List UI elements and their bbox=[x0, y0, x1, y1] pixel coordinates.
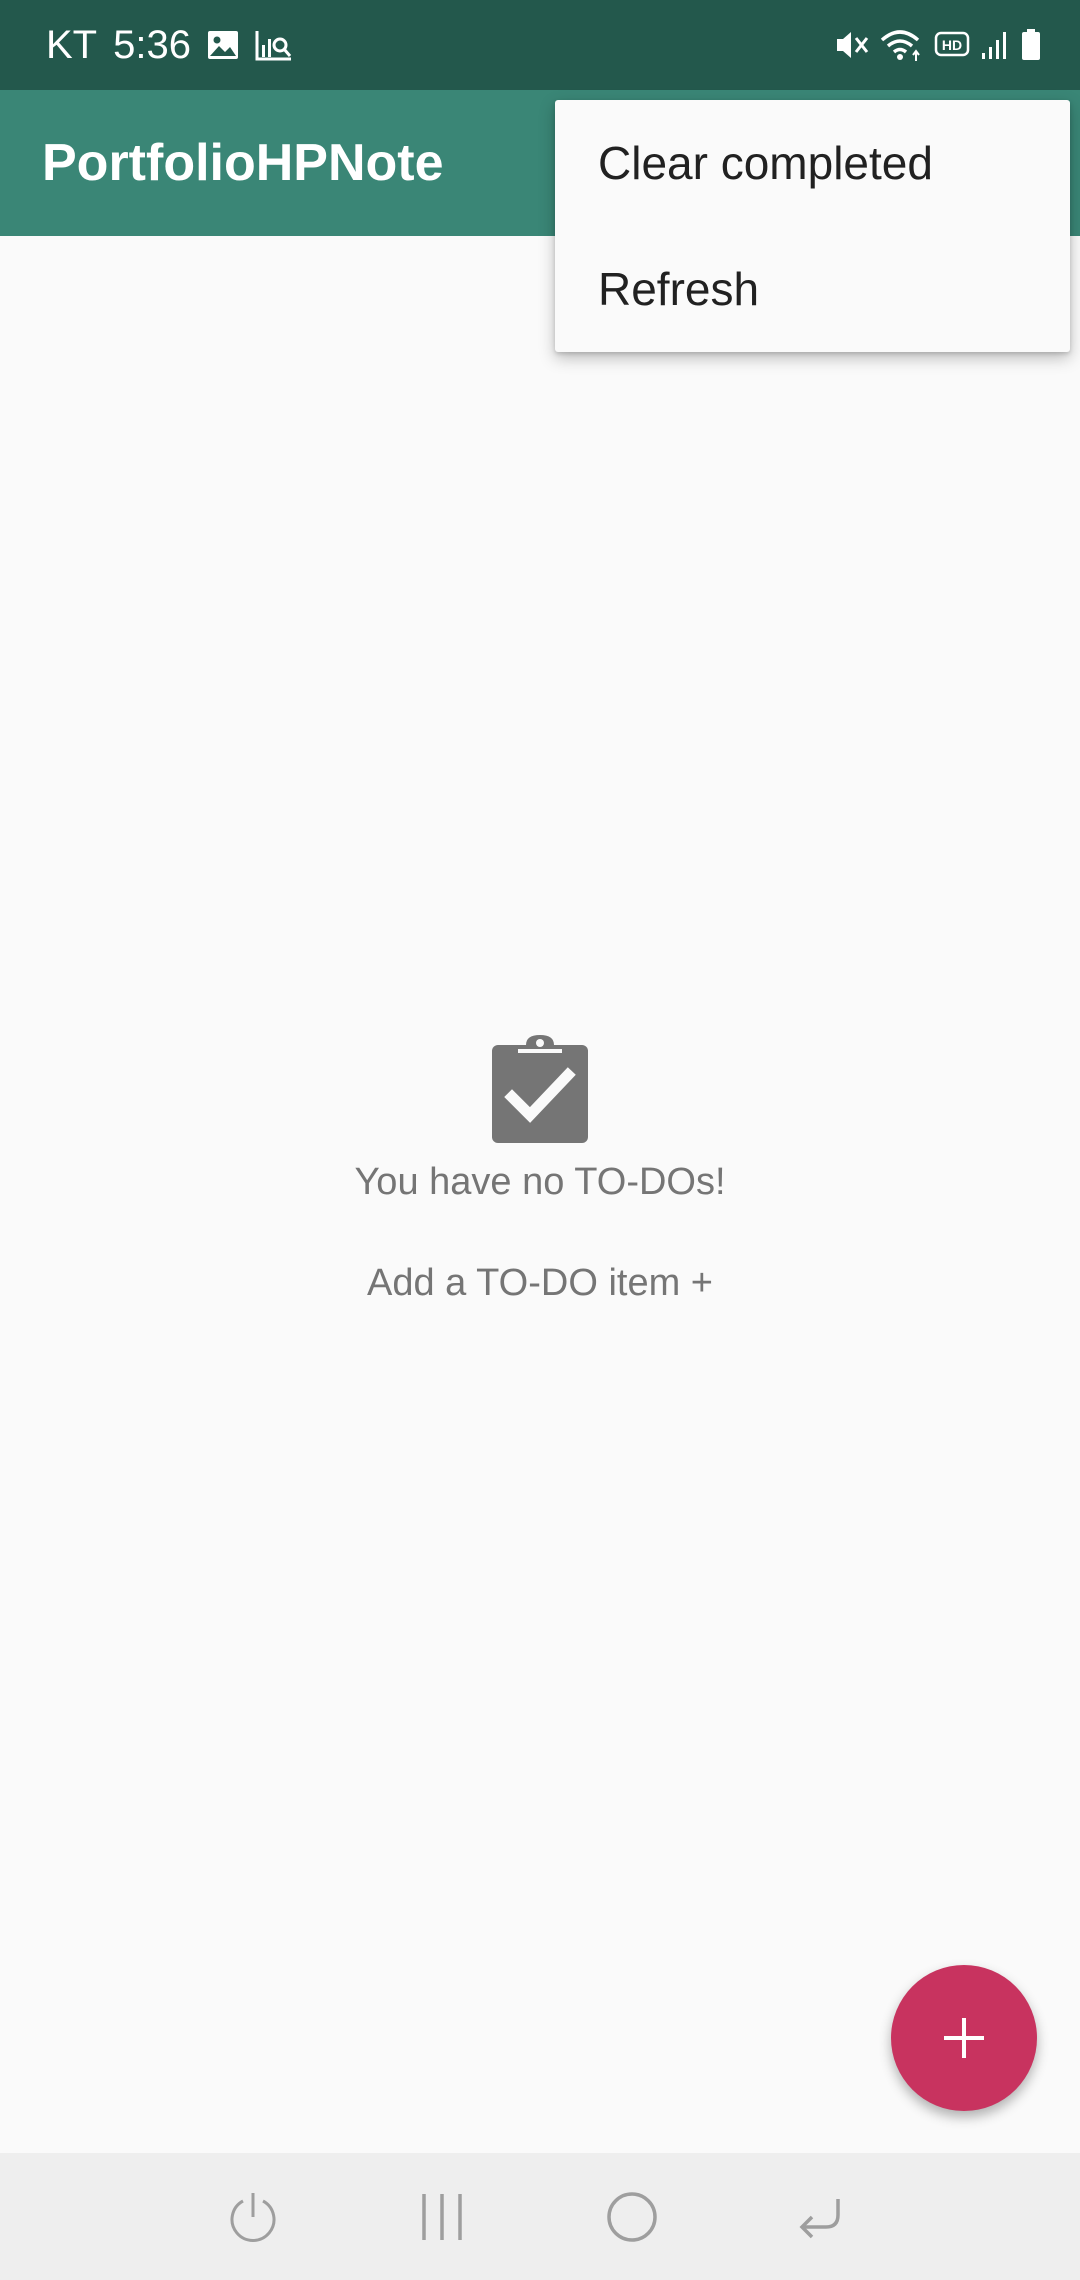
home-button[interactable] bbox=[587, 2153, 677, 2280]
menu-item-clear-completed[interactable]: Clear completed bbox=[555, 100, 1070, 226]
image-icon bbox=[207, 30, 239, 60]
svg-text:HD: HD bbox=[942, 37, 962, 53]
clipboard-check-icon bbox=[492, 1035, 588, 1143]
add-todo-fab[interactable] bbox=[891, 1965, 1037, 2111]
status-left: KT 5:36 bbox=[46, 0, 293, 90]
empty-message: You have no TO-DOs! bbox=[354, 1161, 726, 1203]
back-icon bbox=[799, 2198, 840, 2238]
recent-apps-button[interactable] bbox=[397, 2153, 487, 2280]
signal-icon bbox=[980, 29, 1010, 61]
add-todo-link[interactable]: Add a TO-DO item + bbox=[367, 1262, 713, 1305]
wifi-icon bbox=[880, 28, 924, 62]
power-button[interactable] bbox=[208, 2153, 298, 2280]
screen: KT 5:36 HD PortfolioHPNote Clear complet… bbox=[0, 0, 1080, 2280]
battery-icon bbox=[1020, 28, 1042, 62]
home-icon bbox=[607, 2191, 657, 2242]
status-bar: KT 5:36 HD bbox=[0, 0, 1080, 90]
power-icon bbox=[230, 2192, 276, 2242]
carrier-label: KT bbox=[46, 22, 98, 67]
back-button[interactable] bbox=[775, 2153, 865, 2280]
menu-item-refresh[interactable]: Refresh bbox=[555, 226, 1070, 352]
clock: 5:36 bbox=[113, 22, 191, 67]
nav-bar bbox=[0, 2153, 1080, 2280]
status-right: HD bbox=[834, 0, 1042, 90]
vibrate-mute-icon bbox=[834, 28, 870, 62]
hd-icon: HD bbox=[934, 30, 970, 60]
overflow-menu: Clear completed Refresh bbox=[555, 100, 1070, 352]
analytics-search-icon bbox=[255, 29, 293, 61]
plus-icon bbox=[944, 2018, 984, 2058]
recent-apps-icon bbox=[422, 2193, 462, 2240]
empty-state: You have no TO-DOs! Add a TO-DO item + bbox=[0, 1035, 1080, 1305]
app-title: PortfolioHPNote bbox=[42, 134, 444, 192]
